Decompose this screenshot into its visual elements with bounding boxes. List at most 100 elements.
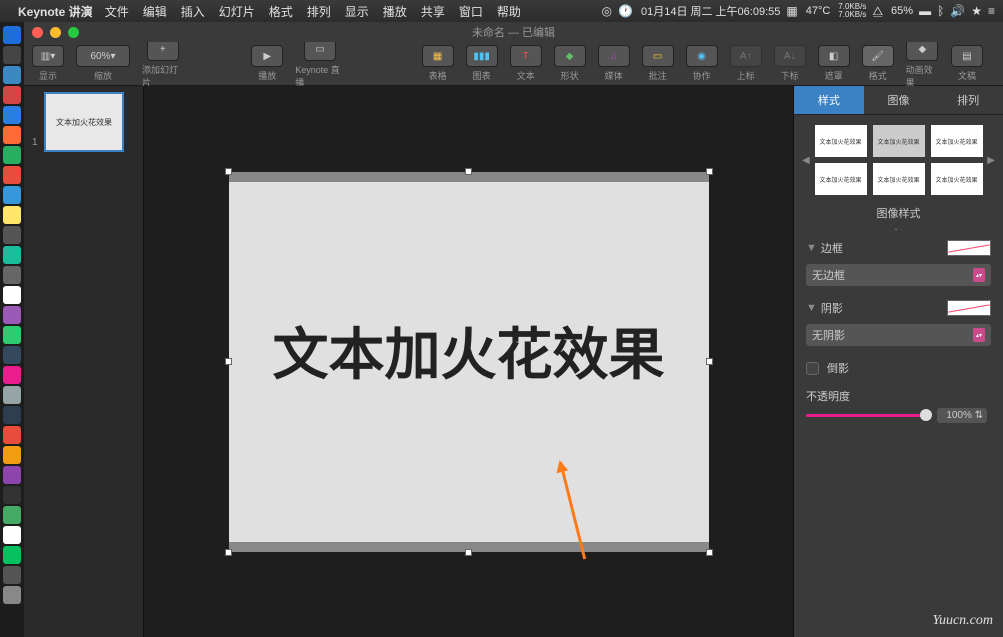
volume-icon[interactable]: 🔊 [950, 4, 965, 18]
dock-app-10[interactable] [3, 206, 21, 224]
shadow-dropdown[interactable]: 无阴影 ▴▾ [806, 324, 991, 346]
border-color-swatch[interactable] [947, 240, 991, 256]
dock-app-18[interactable] [3, 366, 21, 384]
dock-app-1[interactable] [3, 26, 21, 44]
dock-app-17[interactable] [3, 346, 21, 364]
tab-image[interactable]: 图像 [864, 86, 934, 114]
styles-prev-icon[interactable]: ◀ [802, 155, 810, 166]
menubar-datetime[interactable]: 01月14日 周二 上午06:09:55 [641, 3, 780, 19]
slide-text[interactable]: 文本加火花效果 [229, 302, 709, 399]
menu-slide[interactable]: 幻灯片 [219, 3, 255, 20]
selection-handle-br[interactable] [706, 549, 713, 556]
stepper-icon[interactable]: ▴▾ [973, 328, 985, 342]
style-swatch-3[interactable]: 文本加火花效果 [931, 125, 983, 157]
dock-app-21[interactable] [3, 426, 21, 444]
shape-button[interactable]: ◆ [554, 45, 586, 67]
dock-app-2[interactable] [3, 46, 21, 64]
border-disclosure-icon[interactable]: ▼ [806, 242, 817, 254]
star-icon[interactable]: ★ [971, 4, 982, 18]
menu-file[interactable]: 文件 [105, 3, 129, 20]
menu-insert[interactable]: 插入 [181, 3, 205, 20]
menu-share[interactable]: 共享 [421, 3, 445, 20]
dock-app-12[interactable] [3, 246, 21, 264]
menu-arrange[interactable]: 排列 [307, 3, 331, 20]
table-button[interactable]: ▦ [422, 45, 454, 67]
shadow-disclosure-icon[interactable]: ▼ [806, 302, 817, 314]
display-icon[interactable]: ▦ [786, 4, 797, 18]
menubar-net[interactable]: 7.0KB/s7.0KB/s [838, 3, 866, 19]
dock-app-23[interactable] [3, 466, 21, 484]
app-name[interactable]: Keynote 讲演 [18, 3, 93, 20]
dock-app-26[interactable] [3, 526, 21, 544]
dock-app-28[interactable] [3, 566, 21, 584]
battery-icon[interactable]: ▬ [919, 4, 931, 18]
shadow-color-swatch[interactable] [947, 300, 991, 316]
zoom-dropdown[interactable]: 60% ▾ [76, 45, 130, 67]
selection-handle-tl[interactable] [225, 168, 232, 175]
close-button[interactable] [32, 27, 43, 38]
slide[interactable]: 文本加火花效果 [229, 172, 709, 552]
tab-arrange[interactable]: 排列 [933, 86, 1003, 114]
wifi-icon[interactable]: ⧋ [872, 4, 883, 19]
reflection-checkbox[interactable] [806, 362, 819, 375]
collab-button[interactable]: ◉ [686, 45, 718, 67]
dock-app-14[interactable] [3, 286, 21, 304]
dock-app-3[interactable] [3, 66, 21, 84]
stepper-icon[interactable]: ▴▾ [973, 268, 985, 282]
dock-app-25[interactable] [3, 506, 21, 524]
dock-app-16[interactable] [3, 326, 21, 344]
dock-app-27[interactable] [3, 546, 21, 564]
clock-icon[interactable]: 🕐 [618, 4, 633, 18]
opacity-value[interactable]: 100% ⇅ [937, 408, 987, 423]
selection-handle-bl[interactable] [225, 549, 232, 556]
border-dropdown[interactable]: 无边框 ▴▾ [806, 264, 991, 286]
menubar-battery[interactable]: 65% [891, 5, 913, 17]
dock-app-13[interactable] [3, 266, 21, 284]
list-icon[interactable]: ≡ [988, 4, 995, 18]
dock-app-20[interactable] [3, 406, 21, 424]
style-swatch-4[interactable]: 文本加火花效果 [815, 163, 867, 195]
comment-button[interactable]: ▭ [642, 45, 674, 67]
menubar-temp[interactable]: 47°C [806, 5, 831, 17]
maximize-button[interactable] [68, 27, 79, 38]
selection-handle-tc[interactable] [465, 168, 472, 175]
menu-edit[interactable]: 编辑 [143, 3, 167, 20]
dock-app-8[interactable] [3, 166, 21, 184]
dock-app-29[interactable] [3, 586, 21, 604]
menu-format[interactable]: 格式 [269, 3, 293, 20]
bluetooth-icon[interactable]: ᛒ [937, 4, 944, 18]
style-swatch-1[interactable]: 文本加火花效果 [815, 125, 867, 157]
chart-button[interactable]: ▮▮▮ [466, 45, 498, 67]
dock-app-9[interactable] [3, 186, 21, 204]
mask-button[interactable]: ◧ [818, 45, 850, 67]
styles-next-icon[interactable]: ▶ [987, 155, 995, 166]
format-inspector-button[interactable]: 🖌 [862, 45, 894, 67]
dock-app-24[interactable] [3, 486, 21, 504]
slide-thumbnail-1[interactable]: 1 文本加火花效果 [44, 92, 124, 152]
dock-app-11[interactable] [3, 226, 21, 244]
style-swatch-6[interactable]: 文本加火花效果 [931, 163, 983, 195]
menu-view[interactable]: 显示 [345, 3, 369, 20]
dock-app-19[interactable] [3, 386, 21, 404]
dock-app-7[interactable] [3, 146, 21, 164]
slide-canvas[interactable]: 文本加火花效果 [144, 86, 793, 637]
menu-play[interactable]: 播放 [383, 3, 407, 20]
tab-style[interactable]: 样式 [794, 86, 864, 114]
dock-app-5[interactable] [3, 106, 21, 124]
minimize-button[interactable] [50, 27, 61, 38]
compass-icon[interactable]: ◎ [602, 4, 612, 18]
dock-app-4[interactable] [3, 86, 21, 104]
slider-knob[interactable] [920, 409, 932, 421]
dock-app-6[interactable] [3, 126, 21, 144]
opacity-slider[interactable] [806, 414, 926, 417]
selection-handle-tr[interactable] [706, 168, 713, 175]
menu-help[interactable]: 帮助 [497, 3, 521, 20]
menu-window[interactable]: 窗口 [459, 3, 483, 20]
text-button[interactable]: T [510, 45, 542, 67]
selection-handle-bc[interactable] [465, 549, 472, 556]
style-swatch-2[interactable]: 文本加火花效果 [873, 125, 925, 157]
document-inspector-button[interactable]: ▤ [951, 45, 983, 67]
view-button[interactable]: ▥▾ [32, 45, 64, 67]
style-swatch-5[interactable]: 文本加火花效果 [873, 163, 925, 195]
media-button[interactable]: ♫ [598, 45, 630, 67]
